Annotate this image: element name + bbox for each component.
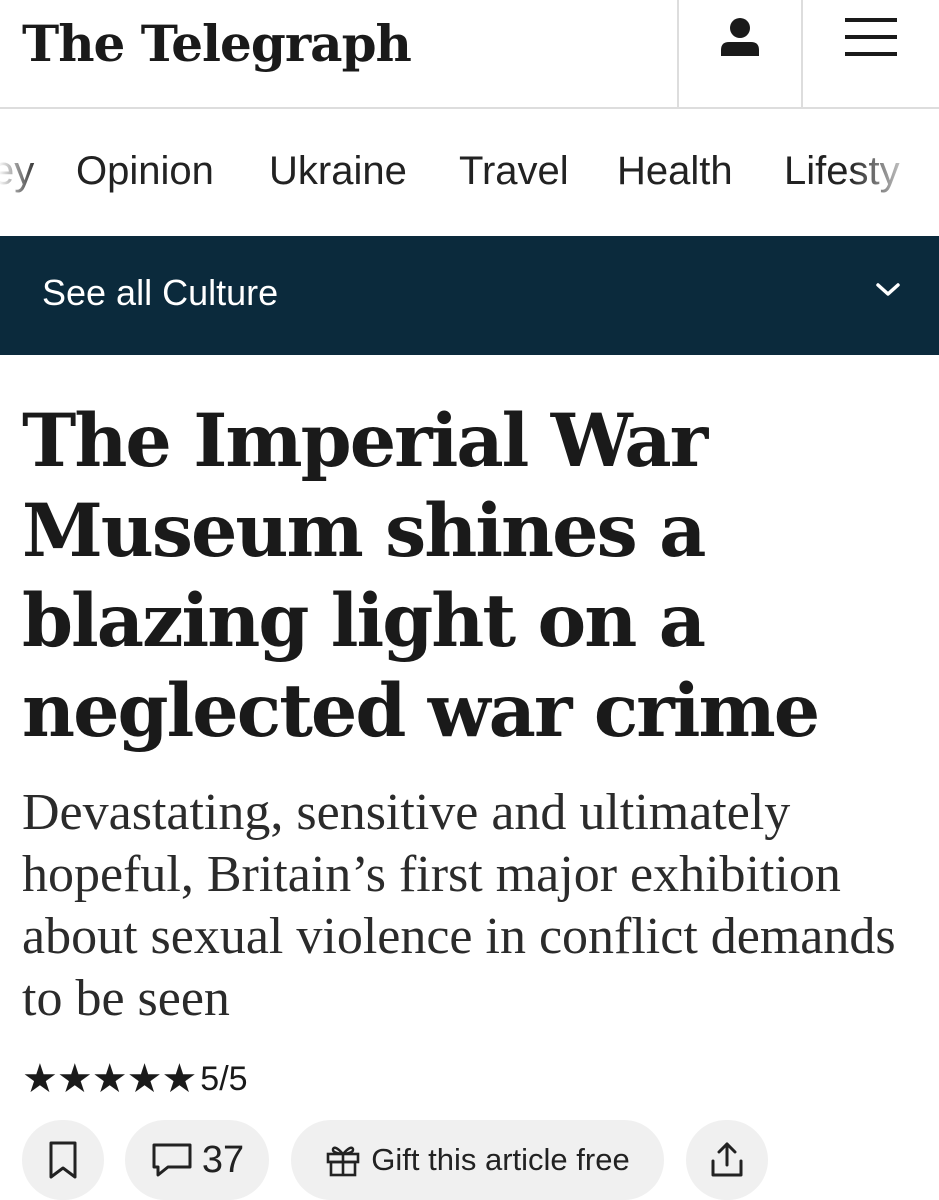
gift-article-button[interactable]: Gift this article free (291, 1120, 664, 1200)
nav-item-opinion[interactable]: Opinion (76, 149, 214, 194)
share-button[interactable] (686, 1120, 768, 1200)
menu-button[interactable] (801, 0, 939, 107)
star-icon: ★ (161, 1056, 198, 1102)
site-header: The Telegraph (0, 0, 939, 109)
star-rating: ★ ★ ★ ★ ★ 5/5 (22, 1057, 248, 1101)
telegraph-logo[interactable]: The Telegraph (22, 14, 412, 74)
star-icon: ★ (56, 1056, 93, 1102)
person-icon (721, 17, 759, 56)
gift-article-label: Gift this article free (371, 1142, 630, 1177)
section-nav: ey Opinion Ukraine Travel Health Lifesty (0, 111, 939, 235)
star-icon: ★ (91, 1056, 128, 1102)
star-icon: ★ (126, 1056, 163, 1102)
account-button[interactable] (677, 0, 801, 107)
nav-item-travel[interactable]: Travel (459, 149, 569, 194)
bookmark-icon (49, 1141, 77, 1179)
section-dropdown-label: See all Culture (42, 272, 279, 313)
hamburger-menu-icon (845, 17, 897, 56)
star-icon: ★ (22, 1056, 58, 1102)
comment-count: 37 (201, 1138, 245, 1181)
article-actions: 37 Gift this article free (0, 1120, 939, 1200)
bookmark-button[interactable] (22, 1120, 104, 1200)
article-headline: The Imperial War Museum shines a blazing… (22, 398, 820, 754)
nav-item-lifestyle[interactable]: Lifesty (784, 149, 900, 194)
chevron-down-icon (876, 283, 900, 296)
nav-item-health[interactable]: Health (617, 149, 733, 194)
share-icon (711, 1142, 743, 1177)
comment-icon (152, 1143, 192, 1177)
article-standfirst: Devastating, sensitive and ultimately ho… (22, 784, 896, 1027)
comments-button[interactable]: 37 (125, 1120, 269, 1200)
see-all-culture-dropdown[interactable]: See all Culture (0, 236, 939, 355)
gift-icon (326, 1146, 360, 1177)
rating-text: 5/5 (200, 1059, 248, 1098)
nav-item-money[interactable]: ey (0, 149, 34, 194)
nav-item-ukraine[interactable]: Ukraine (269, 149, 407, 194)
